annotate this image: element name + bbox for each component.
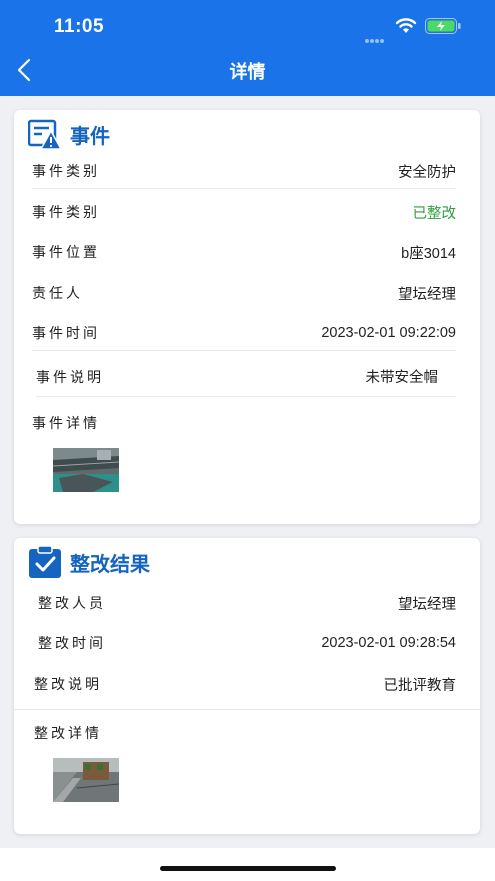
wifi-icon — [395, 18, 417, 33]
home-area — [0, 848, 495, 881]
header: 11:05 详情 — [0, 0, 495, 96]
status-badge: 已整改 — [412, 205, 457, 222]
rectify-photo — [53, 758, 119, 802]
event-card-title: 事件 — [70, 123, 110, 148]
event-row-description: 事件说明 未带安全帽 — [36, 357, 456, 397]
event-row-category: 事件类别 安全防护 — [32, 154, 456, 189]
row-label: 事件详情 — [32, 416, 100, 432]
event-photo-thumbnail[interactable] — [53, 448, 119, 492]
row-label: 事件位置 — [32, 245, 100, 261]
event-row-status: 事件类别 已整改 — [32, 195, 456, 229]
event-photo — [53, 448, 119, 492]
row-value: 2023-02-01 09:28:54 — [321, 635, 456, 651]
row-value: 2023-02-01 09:22:09 — [321, 325, 456, 341]
row-value: 未带安全帽 — [365, 370, 439, 386]
rectify-card-header: 整改结果 — [28, 544, 150, 580]
status-time: 11:05 — [54, 16, 105, 37]
nav-bar: 详情 — [0, 50, 495, 90]
row-label: 责任人 — [32, 286, 83, 302]
rectify-row-person: 整改人员 望坛经理 — [38, 586, 456, 620]
rectify-photo-thumbnail[interactable] — [53, 758, 119, 802]
row-value: 望坛经理 — [398, 596, 456, 613]
home-indicator[interactable] — [160, 866, 336, 871]
event-row-location: 事件位置 b座3014 — [32, 235, 456, 269]
row-label: 整改说明 — [34, 677, 102, 693]
row-label: 整改人员 — [38, 596, 106, 612]
row-label: 事件类别 — [32, 164, 100, 180]
row-label: 整改时间 — [38, 636, 106, 652]
rectify-card-title: 整改结果 — [70, 551, 150, 576]
page-title: 详情 — [229, 62, 266, 83]
rectify-row-detail: 整改详情 — [34, 716, 456, 750]
event-card: 事件 事件类别 安全防护 事件类别 已整改 事件位置 b座3014 责任人 望坛… — [14, 110, 480, 524]
row-value: 已批评教育 — [383, 677, 457, 694]
row-value: 安全防护 — [398, 164, 456, 181]
event-card-header: 事件 — [28, 116, 110, 152]
row-label: 事件类别 — [32, 205, 100, 221]
event-row-time: 事件时间 2023-02-01 09:22:09 — [32, 316, 456, 351]
event-warning-icon — [28, 117, 62, 151]
status-bar: 11:05 — [0, 0, 495, 50]
battery-icon — [425, 18, 461, 34]
rectify-row-description: 整改说明 已批评教育 — [34, 667, 456, 701]
signal-icon — [365, 28, 385, 43]
event-row-responsible: 责任人 望坛经理 — [32, 276, 456, 310]
event-row-detail: 事件详情 — [32, 406, 456, 440]
clipboard-check-icon — [28, 545, 62, 579]
row-label: 事件说明 — [36, 369, 104, 386]
row-value: b座3014 — [401, 245, 456, 262]
rectify-card: 整改结果 整改人员 望坛经理 整改时间 2023-02-01 09:28:54 … — [14, 538, 480, 834]
row-value: 望坛经理 — [398, 286, 456, 303]
row-label: 事件时间 — [32, 326, 100, 342]
row-label: 整改详情 — [34, 726, 102, 742]
rectify-row-time: 整改时间 2023-02-01 09:28:54 — [38, 626, 456, 660]
divider — [14, 709, 480, 710]
